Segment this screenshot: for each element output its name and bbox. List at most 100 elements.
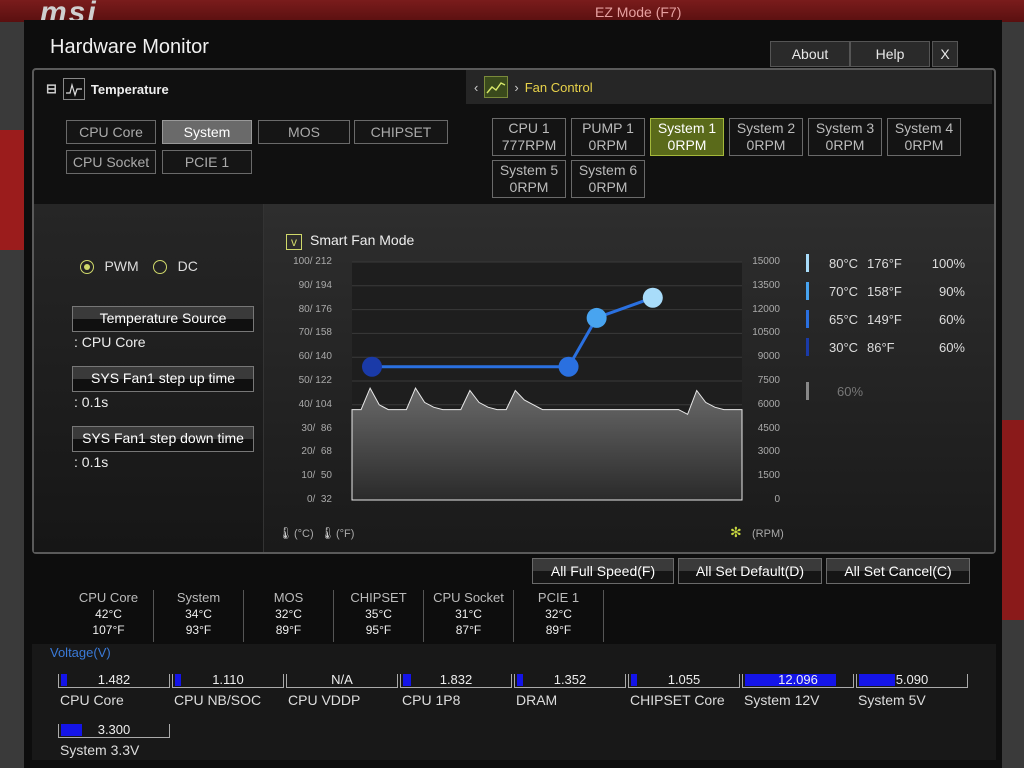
- fan-system-2[interactable]: System 2 0RPM: [729, 118, 803, 156]
- fan-control-icon: [484, 76, 509, 98]
- fan-curve-point[interactable]: [362, 356, 382, 377]
- close-button[interactable]: X: [932, 41, 958, 67]
- tab-fan-control[interactable]: ‹ › Fan Control: [466, 70, 992, 104]
- fan-settings-area: PWM DC Temperature Source : CPU Core SYS…: [34, 204, 994, 552]
- temp-readout-name: PCIE 1: [537, 590, 580, 605]
- voltage-item: N/A CPU VDDP: [286, 668, 398, 708]
- about-button[interactable]: About: [770, 41, 850, 67]
- fan-rpm: 0RPM: [667, 137, 707, 153]
- voltage-value: 5.090: [895, 672, 929, 687]
- voltage-value: 1.055: [667, 672, 701, 687]
- legend-f: 176°F: [867, 255, 902, 271]
- bios-header-bar: msi EZ Mode (F7): [0, 0, 1024, 29]
- temp-readout-name: MOS: [273, 590, 304, 605]
- voltage-value: 12.096: [778, 672, 818, 687]
- fan-system-6[interactable]: System 6 0RPM: [571, 160, 645, 198]
- temp-readout-c: 34°C: [185, 607, 212, 621]
- fan-system-1[interactable]: System 1 0RPM: [650, 118, 724, 156]
- voltage-name: CPU NB/SOC: [174, 692, 262, 708]
- fan-system-5[interactable]: System 5 0RPM: [492, 160, 566, 198]
- legend-c: 65°C: [829, 311, 859, 327]
- legend-color-bar: [806, 282, 809, 300]
- all-set-cancel-button[interactable]: All Set Cancel(C): [826, 558, 970, 584]
- fan-rpm: 0RPM: [509, 179, 549, 195]
- temp-source-chipset[interactable]: CHIPSET: [354, 120, 448, 144]
- tab-temperature[interactable]: ⊟ Temperature: [46, 76, 169, 102]
- current-percent: 60%: [806, 382, 863, 400]
- ez-mode-link[interactable]: EZ Mode (F7): [595, 4, 681, 20]
- voltage-name: DRAM: [516, 692, 558, 708]
- fan-name: PUMP 1: [582, 120, 634, 136]
- fan-name: System 1: [657, 120, 717, 136]
- temp-readout-mos: MOS 32°C 89°F: [244, 590, 334, 642]
- fan-rpm: 0RPM: [904, 137, 944, 153]
- voltage-item: 1.055 CHIPSET Core: [628, 668, 740, 708]
- tab-temperature-label: Temperature: [90, 81, 169, 97]
- celsius-unit: (°C): [294, 528, 314, 540]
- y-right-tick-label: 4500: [757, 422, 780, 434]
- voltage-name: CPU 1P8: [402, 692, 461, 708]
- legend-pct: 90%: [938, 283, 965, 299]
- legend-color-bar: [806, 254, 809, 272]
- fan-system-3[interactable]: System 3 0RPM: [808, 118, 882, 156]
- legend-color-bar: [806, 310, 809, 328]
- fan-rpm: 0RPM: [746, 137, 786, 153]
- fan-curve-point[interactable]: [642, 287, 663, 308]
- temp-source-system[interactable]: System: [162, 120, 252, 144]
- fan-icon: ✻: [730, 524, 742, 540]
- legend-c: 80°C: [829, 255, 859, 271]
- y-left-tick-label: 0/ 32: [306, 494, 332, 505]
- fan-name: System 2: [736, 120, 796, 136]
- voltage-item: 3.300 System 3.3V: [58, 718, 170, 758]
- chevron-right-icon[interactable]: ›: [514, 80, 518, 95]
- current-percent-value: 60%: [837, 383, 864, 399]
- fan-pump-1[interactable]: PUMP 1 0RPM: [571, 118, 645, 156]
- temperature-readouts: CPU Core 42°C 107°F System 34°C 93°F MOS 32°C…: [64, 590, 604, 642]
- help-button[interactable]: Help: [850, 41, 930, 67]
- temp-source-mos[interactable]: MOS: [258, 120, 350, 144]
- fan-curve-point[interactable]: [586, 307, 607, 328]
- temp-readout-c: 32°C: [275, 607, 302, 621]
- voltage-name: System 3.3V: [60, 742, 140, 758]
- voltage-item: 1.482 CPU Core: [58, 668, 170, 708]
- background-right-strip: [1002, 420, 1024, 620]
- thermometer-icon: 🌡: [320, 526, 336, 540]
- fan-curve-legend-row: 80°C 176°F 100%: [806, 254, 965, 272]
- legend-c: 30°C: [829, 339, 859, 355]
- y-left-tick-label: 50/ 122: [298, 375, 332, 386]
- voltage-name: CPU VDDP: [288, 692, 361, 708]
- fan-name: System 3: [815, 120, 875, 136]
- voltage-item: 1.110 CPU NB/SOC: [172, 668, 284, 708]
- temp-readout-name: CPU Core: [78, 590, 139, 605]
- tab-fan-control-label: Fan Control: [524, 79, 593, 95]
- voltage-value: 1.832: [439, 672, 473, 687]
- fan-curve-point[interactable]: [558, 356, 579, 377]
- temp-readout-pcie-1: PCIE 1 32°C 89°F: [514, 590, 604, 642]
- temp-readout-cpu-core: CPU Core 42°C 107°F: [64, 590, 154, 642]
- y-right-tick-label: 6000: [757, 398, 780, 410]
- legend-color-bar: [806, 338, 809, 356]
- y-right-tick-label: 1500: [757, 470, 780, 482]
- fan-curve-legend-row: 65°C 149°F 60%: [806, 310, 965, 328]
- y-left-tick-label: 60/ 140: [298, 351, 332, 363]
- collapse-icon: ⊟: [46, 81, 57, 96]
- fan-system-4[interactable]: System 4 0RPM: [887, 118, 961, 156]
- y-left-tick-label: 10/ 50: [301, 470, 332, 482]
- hardware-monitor-window: Hardware Monitor About Help X ⊟ Temperat…: [24, 20, 1002, 768]
- temp-readout-f: 95°F: [365, 623, 392, 637]
- temp-source-cpu-core[interactable]: CPU Core: [66, 120, 156, 144]
- fan-cpu-1[interactable]: CPU 1 777RPM: [492, 118, 566, 156]
- fahrenheit-unit: (°F): [336, 528, 355, 540]
- legend-c: 70°C: [829, 283, 859, 299]
- temp-source-pcie-1[interactable]: PCIE 1: [162, 150, 252, 174]
- legend-pct: 100%: [931, 255, 965, 271]
- all-full-speed-button[interactable]: All Full Speed(F): [532, 558, 674, 584]
- temp-readout-name: CHIPSET: [350, 590, 407, 605]
- y-left-tick-label: 40/ 104: [298, 398, 332, 410]
- y-right-tick-label: 7500: [757, 375, 780, 386]
- all-set-default-button[interactable]: All Set Default(D): [678, 558, 822, 584]
- thermometer-icon: 🌡: [278, 526, 294, 540]
- temp-readout-chipset: CHIPSET 35°C 95°F: [334, 590, 424, 642]
- chevron-left-icon[interactable]: ‹: [474, 80, 478, 95]
- temp-source-cpu-socket[interactable]: CPU Socket: [66, 150, 156, 174]
